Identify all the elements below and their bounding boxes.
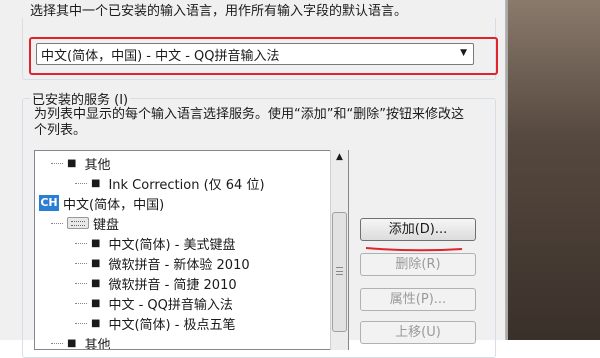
default-language-instruction: 选择其中一个已安装的输入语言，用作所有输入字段的默认语言。	[30, 4, 408, 19]
tree-item-qq-pinyin[interactable]: ■ 中文 - QQ拼音输入法	[75, 293, 233, 313]
installed-services-tree[interactable]: ■ 其他 ■ Ink Correction (仅 64 位) CH 中文(简体，…	[34, 150, 349, 350]
properties-button[interactable]: 属性(P)...	[360, 288, 476, 311]
tree-item-other-category[interactable]: ■ 其他	[51, 153, 110, 173]
tree-connector	[75, 242, 87, 244]
tree-item-jidian-wubi[interactable]: ■ 中文(简体) - 极点五笔	[75, 313, 236, 333]
remove-button[interactable]: 删除(R)	[360, 253, 476, 276]
tree-connector	[75, 182, 87, 184]
tree-connector	[51, 162, 63, 164]
tree-connector	[75, 302, 87, 304]
tree-item-label: 中文(简体) - 美式键盘	[108, 237, 236, 253]
language-ch-icon: CH	[39, 195, 59, 211]
tree-connector	[75, 262, 87, 264]
dropdown-selected-value: 中文(简体，中国) - 中文 - QQ拼音输入法	[41, 48, 280, 64]
dropdown-arrow-icon[interactable]: ▼	[460, 48, 467, 58]
tree-item-ms-pinyin-new[interactable]: ■ 微软拼音 - 新体验 2010	[75, 253, 250, 273]
tree-item-keyboard[interactable]: 键盘	[51, 213, 119, 233]
tree-item-label: 其他	[84, 157, 111, 173]
dialog-right-edge	[506, 0, 508, 340]
scroll-up-arrow-icon[interactable]: ▲	[331, 152, 348, 162]
tree-item-label: 微软拼音 - 新体验 2010	[108, 257, 250, 273]
move-up-button[interactable]: 上移(U)	[360, 321, 476, 344]
bullet-icon: ■	[67, 157, 77, 169]
bullet-icon: ■	[91, 277, 101, 289]
tree-connector	[75, 282, 87, 284]
keyboard-icon	[67, 217, 89, 229]
tree-item-label: 微软拼音 - 简捷 2010	[108, 277, 237, 293]
grip-icon	[336, 267, 343, 275]
default-input-language-dropdown[interactable]: 中文(简体，中国) - 中文 - QQ拼音输入法 ▼	[36, 43, 474, 65]
bullet-icon: ■	[91, 177, 101, 189]
background-window-strip	[508, 0, 600, 340]
tree-item-label: 中文 - QQ拼音输入法	[108, 297, 233, 313]
tree-item-label: Ink Correction (仅 64 位)	[108, 177, 265, 193]
tree-item-label: 中文(简体) - 极点五笔	[108, 317, 236, 333]
add-button[interactable]: 添加(D)...	[360, 218, 476, 241]
bullet-icon: ■	[67, 337, 77, 349]
tree-item-label: 键盘	[93, 217, 120, 233]
tree-item-other-bottom[interactable]: ■ 其他	[51, 333, 111, 350]
tree-connector	[75, 322, 87, 324]
tree-item-ink-correction[interactable]: ■ Ink Correction (仅 64 位)	[75, 173, 265, 193]
tree-vertical-scrollbar[interactable]: ▲	[330, 150, 348, 350]
tree-connector	[51, 342, 63, 344]
tree-item-ms-pinyin-simple[interactable]: ■ 微软拼音 - 简捷 2010	[75, 273, 237, 293]
bullet-icon: ■	[91, 317, 101, 329]
installed-services-description: 为列表中显示的每个输入语言选择服务。使用“添加”和“删除”按钮来修改这个列表。	[34, 107, 464, 138]
bullet-icon: ■	[91, 297, 101, 309]
tree-connector	[51, 222, 63, 224]
tree-item-label: 其他	[84, 337, 111, 350]
tree-item-chinese-simplified-china[interactable]: CH 中文(简体，中国)	[39, 193, 164, 213]
tree-item-label: 中文(简体，中国)	[63, 197, 165, 213]
text-services-dialog: 选择其中一个已安装的输入语言，用作所有输入字段的默认语言。 中文(简体，中国) …	[0, 0, 506, 358]
scrollbar-thumb[interactable]	[332, 212, 347, 332]
bullet-icon: ■	[91, 257, 101, 269]
tree-item-us-keyboard[interactable]: ■ 中文(简体) - 美式键盘	[75, 233, 236, 253]
bullet-icon: ■	[91, 237, 101, 249]
installed-services-label: 已安装的服务 (I)	[30, 89, 131, 108]
